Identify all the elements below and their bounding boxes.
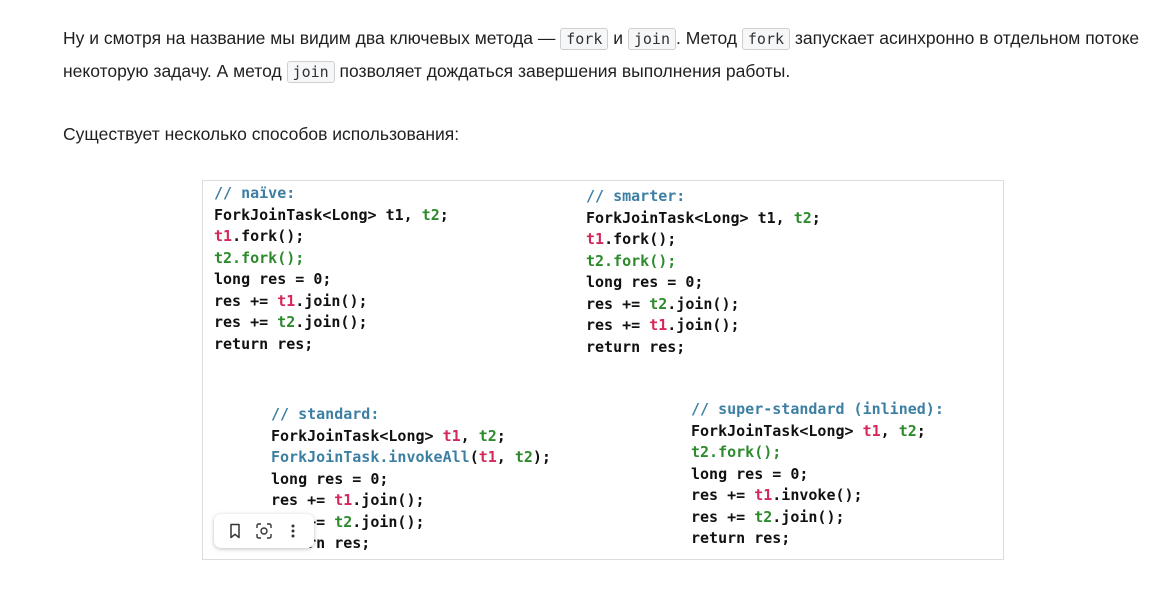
more-vertical-icon[interactable] [281,519,305,543]
code-token: ForkJoinTask<Long> t1, [214,205,422,224]
code-token: t1 [334,491,353,509]
code-token: .invoke(); [772,486,863,504]
code-token: .join(); [667,294,740,313]
bookmark-icon[interactable] [223,519,247,543]
code-token: ; [916,421,926,440]
code-token: t1 [442,426,461,445]
code-token: t2 [421,205,440,224]
code-token: .fork(); [604,230,677,248]
code-token: ); [532,448,551,466]
inline-code-fork: fork [741,28,791,50]
code-token: , [880,421,899,440]
code-token: t1 [277,291,296,310]
code-token: long res = 0; [691,464,809,483]
text-segment: и [608,28,628,48]
code-figure[interactable]: // naïve: ForkJoinTask<Long> t1, t2; t1.… [202,180,1004,560]
code-token: t2.fork(); [214,248,305,267]
image-hover-toolbar [214,514,314,548]
comment: // naïve: [214,184,296,202]
code-token: t2.fork(); [691,443,782,461]
code-token: , [496,448,515,466]
code-token: long res = 0; [271,469,389,488]
code-token: t2 [649,294,668,313]
code-token: ; [439,205,449,224]
code-token: .fork(); [232,227,305,245]
code-token: , [460,426,479,445]
code-token: .join(); [295,313,368,331]
code-token: return res; [691,529,791,547]
code-token: res += [271,491,335,509]
code-token: res += [214,291,278,310]
code-token: res += [691,486,755,504]
code-token: .join(); [772,507,845,526]
code-token: return res; [586,337,686,356]
inline-code-join: join [286,61,335,83]
code-token: t1 [754,486,773,504]
code-token: ForkJoinTask<Long> [691,421,863,440]
code-token: return res; [214,334,314,353]
paragraph-intro: Ну и смотря на название мы видим два клю… [63,22,1143,88]
code-token: res += [691,507,755,526]
code-token: ForkJoinTask<Long> [271,426,443,445]
code-token: .join(); [352,491,425,509]
code-token: t2 [514,448,533,466]
code-token: t2 [277,313,296,331]
text-segment: Ну и смотря на название мы видим два клю… [63,28,561,48]
paragraph-usage: Существует несколько способов использова… [63,124,460,144]
code-smarter: // smarter: ForkJoinTask<Long> t1, t2; t… [586,186,821,358]
code-token: t2 [478,426,497,445]
code-naive: // naïve: ForkJoinTask<Long> t1, t2; t1.… [214,183,449,355]
code-token: ; [811,208,821,227]
code-token: t1 [649,316,668,334]
code-token: long res = 0; [586,273,704,291]
code-token: res += [214,313,278,331]
code-token: long res = 0; [214,270,332,288]
code-token: t2 [754,507,773,526]
code-token: ( [469,448,479,466]
comment: // smarter: [586,187,686,205]
inline-code-join: join [627,28,676,50]
code-token: ForkJoinTask<Long> t1, [586,208,794,227]
code-token: t1 [586,230,605,248]
code-token: .join(); [667,316,740,334]
code-token: ; [496,426,506,445]
code-token: t1 [478,448,497,466]
code-token: .join(); [295,291,368,310]
article-body: Ну и смотря на название мы видим два клю… [63,22,1143,150]
code-super-standard: // super-standard (inlined): ForkJoinTas… [691,399,944,550]
code-token: ForkJoinTask.invokeAll [271,448,470,466]
code-token: .join(); [352,512,425,531]
text-segment: позволяет дождаться завершения выполнени… [334,61,791,81]
text-segment: . Метод [676,28,742,48]
code-token: t2.fork(); [586,251,677,270]
lens-icon[interactable] [252,519,276,543]
code-token: t1 [862,421,881,440]
inline-code-fork: fork [560,28,609,50]
code-token: res += [586,316,650,334]
code-token: t2 [898,421,917,440]
comment: // super-standard (inlined): [691,400,944,418]
code-token: t1 [214,227,233,245]
code-token: t2 [793,208,812,227]
code-token: res += [586,294,650,313]
code-token: t2 [334,512,353,531]
comment: // standard: [271,405,380,423]
